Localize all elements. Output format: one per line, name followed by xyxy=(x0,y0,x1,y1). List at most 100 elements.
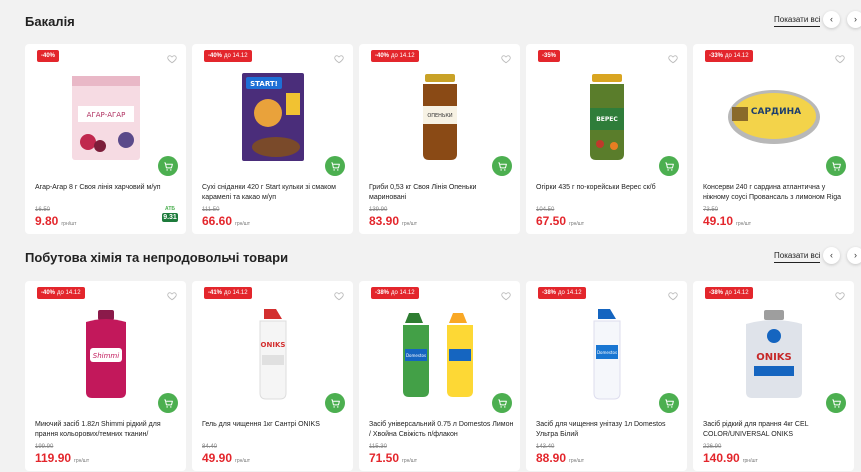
old-price: 111.50 xyxy=(202,207,220,213)
price-value: 49.10 xyxy=(703,214,734,228)
jug-label: ONIKS xyxy=(756,352,792,363)
promo-until: до 14.12 xyxy=(558,290,582,296)
add-to-cart-button[interactable] xyxy=(325,393,345,413)
promo-until: до 14.12 xyxy=(224,290,248,296)
product-name[interactable]: Засіб рідкий для прання 4кг CEL COLOR/UN… xyxy=(703,420,849,440)
price-value: 140.90 xyxy=(703,451,740,465)
price-value: 49.90 xyxy=(202,451,233,465)
product-name[interactable]: Гриби 0,53 кг Своя Лінія Опеньки маринов… xyxy=(369,183,515,203)
discount-badge: -40% до 14.12 xyxy=(37,287,85,299)
product-name[interactable]: Миючий засіб 1.82л Shimmi рідкий для пра… xyxy=(35,420,181,440)
favorite-heart-icon[interactable] xyxy=(835,288,845,301)
carousel-prev-button[interactable]: ‹ xyxy=(823,11,840,28)
product-image-liquid-detergent-jug[interactable]: ONIKS xyxy=(723,306,824,401)
discount-badge: -35% xyxy=(538,50,561,62)
old-price: 143.40 xyxy=(536,444,555,450)
discount-badge: -33% до 14.12 xyxy=(705,50,753,62)
product-image-cereal-box[interactable]: START! xyxy=(222,69,323,164)
product-image-domestos-bottle[interactable]: Domestos xyxy=(556,306,657,401)
old-price: 16.50 xyxy=(35,207,51,213)
product-name[interactable]: Сухі сніданки 420 г Start кульки зі смак… xyxy=(202,183,348,203)
price-unit: грн/шт xyxy=(569,221,585,227)
chevron-left-icon: ‹ xyxy=(830,14,833,24)
discount-badge: -38% до 14.12 xyxy=(538,287,586,299)
price-value: 119.90 xyxy=(35,451,72,465)
carousel-next-button[interactable]: › xyxy=(847,11,861,28)
old-price: 73.50 xyxy=(703,207,719,213)
discount-badge: -38% до 14.12 xyxy=(705,287,753,299)
product-image-domestos-pair[interactable]: Domestos xyxy=(389,306,490,401)
favorite-heart-icon[interactable] xyxy=(501,288,511,301)
sardine-label: САРДИНА xyxy=(750,107,800,117)
favorite-heart-icon[interactable] xyxy=(668,288,678,301)
discount-percent: -40% xyxy=(41,290,56,296)
price-value: 71.50 xyxy=(369,451,400,465)
add-to-cart-button[interactable] xyxy=(659,393,679,413)
favorite-heart-icon[interactable] xyxy=(501,51,511,64)
old-price: 84.40 xyxy=(202,444,218,450)
add-to-cart-button[interactable] xyxy=(826,393,846,413)
product-card[interactable]: -40% до 14.12 Shimmi Миючий засіб 1.82л S… xyxy=(25,281,186,471)
product-image-sardine-can[interactable]: САРДИНА xyxy=(723,69,824,164)
product-name[interactable]: Консерви 240 г сардина атлантична у ніжн… xyxy=(703,183,849,203)
product-card[interactable]: -38% до 14.12 Domestos Засіб універсальни… xyxy=(359,281,520,471)
show-all-link[interactable]: Показати всі xyxy=(774,15,821,27)
favorite-heart-icon[interactable] xyxy=(835,51,845,64)
current-price: 9.80 грн/шт xyxy=(35,214,76,228)
discount-badge: -40% до 14.12 xyxy=(371,50,419,62)
show-all-link[interactable]: Показати всі xyxy=(774,251,821,263)
cart-icon xyxy=(330,161,341,172)
carousel-prev-button[interactable]: ‹ xyxy=(823,247,840,264)
product-name[interactable]: Засіб універсальний 0.75 л Domestos Лимо… xyxy=(369,420,515,440)
add-to-cart-button[interactable] xyxy=(659,156,679,176)
product-card[interactable]: -38% до 14.12 ONIKS Засіб рідкий для пран… xyxy=(693,281,854,471)
price-value: 9.80 xyxy=(35,214,59,228)
cart-icon xyxy=(163,398,174,409)
favorite-heart-icon[interactable] xyxy=(167,288,177,301)
discount-percent: -38% xyxy=(709,290,724,296)
product-card[interactable]: -40% до 14.12 ОПЕНЬКИ Гриби 0,53 кг Своя … xyxy=(359,44,520,234)
product-name[interactable]: Засіб для чищення унітазу 1л Domestos Ул… xyxy=(536,420,682,440)
price-unit: грн/шт xyxy=(61,221,77,227)
product-name[interactable]: Огірки 435 г по-корейськи Верес ск/б xyxy=(536,183,682,203)
product-card[interactable]: -38% до 14.12 Domestos Засіб для чищення … xyxy=(526,281,687,471)
current-price: 140.90 грн/шт xyxy=(703,451,758,465)
product-image-agar-package[interactable]: АГАР-АГАР xyxy=(55,69,156,164)
add-to-cart-button[interactable] xyxy=(158,156,178,176)
price-unit: грн/шт xyxy=(402,458,418,464)
add-to-cart-button[interactable] xyxy=(158,393,178,413)
favorite-heart-icon[interactable] xyxy=(334,51,344,64)
price-value: 83.90 xyxy=(369,214,400,228)
product-card[interactable]: -40% АГАР-АГАР Агар-Агар 8 г Своя лінія … xyxy=(25,44,186,234)
product-image-cleaner-bottle-white[interactable]: ONIKS xyxy=(222,306,323,401)
product-card[interactable]: -35% ВЕРЕС Огірки 435 г по-корейськи Вер… xyxy=(526,44,687,234)
product-image-mushroom-jar[interactable]: ОПЕНЬКИ xyxy=(389,69,490,164)
section-header: Побутова хімія та непродовольчі товари П… xyxy=(0,247,861,280)
price-unit: грн/шт xyxy=(235,221,251,227)
product-image-detergent-bottle[interactable]: Shimmi xyxy=(55,306,156,401)
mushroom-label: ОПЕНЬКИ xyxy=(427,113,453,119)
discount-percent: -33% xyxy=(709,53,724,59)
favorite-heart-icon[interactable] xyxy=(668,51,678,64)
favorite-heart-icon[interactable] xyxy=(334,288,344,301)
discount-percent: -41% xyxy=(208,290,223,296)
cart-icon xyxy=(664,161,675,172)
product-name[interactable]: Гель для чищення 1кг Сантрі ONIKS xyxy=(202,420,348,440)
product-image-pickle-jar[interactable]: ВЕРЕС xyxy=(556,69,657,164)
product-card[interactable]: -41% до 14.12 ONIKS Гель для чищення 1кг … xyxy=(192,281,353,471)
add-to-cart-button[interactable] xyxy=(492,156,512,176)
add-to-cart-button[interactable] xyxy=(325,156,345,176)
atb-price: 9.31 xyxy=(162,213,178,222)
add-to-cart-button[interactable] xyxy=(492,393,512,413)
product-card[interactable]: -33% до 14.12 САРДИНА Консерви 240 г сард… xyxy=(693,44,854,234)
carousel-next-button[interactable]: › xyxy=(847,247,861,264)
shimmi-label: Shimmi xyxy=(92,352,118,360)
add-to-cart-button[interactable] xyxy=(826,156,846,176)
product-name[interactable]: Агар-Агар 8 г Своя лінія харчовий м/уп xyxy=(35,183,181,203)
atb-card-price: АТБ 9.31 xyxy=(162,206,178,222)
current-price: 49.90 грн/шт xyxy=(202,451,250,465)
favorite-heart-icon[interactable] xyxy=(167,51,177,64)
product-card[interactable]: -40% до 14.12 START! Сухі сніданки 420 г … xyxy=(192,44,353,234)
price-value: 88.90 xyxy=(536,451,567,465)
old-price: 104.50 xyxy=(536,207,555,213)
